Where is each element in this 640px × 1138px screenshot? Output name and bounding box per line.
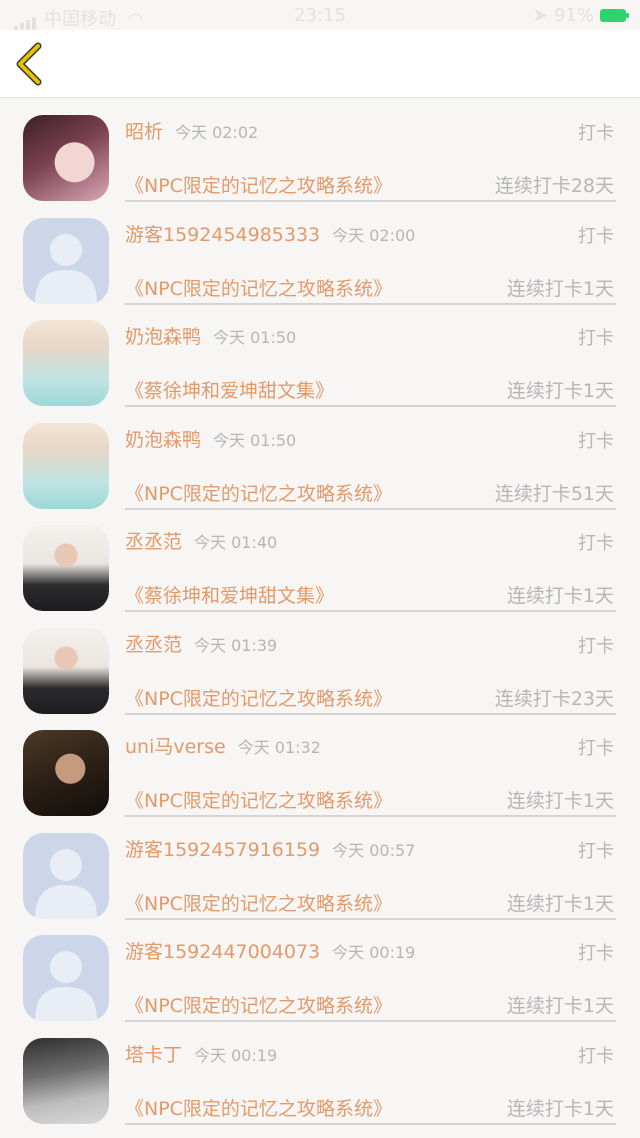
default-avatar-icon <box>35 951 97 1021</box>
user-name[interactable]: 游客1592454985333 <box>125 224 320 246</box>
entry-action: 打卡 <box>578 430 614 452</box>
entry-time: 今天 00:19 <box>194 1045 278 1065</box>
entry-action: 打卡 <box>578 738 614 759</box>
list-item[interactable]: 奶泡森鸭 今天 01:50 打卡 《蔡徐坤和爱坤甜文集》 连续打卡1天 <box>0 304 640 407</box>
book-title[interactable]: 《NPC限定的记忆之攻略系统》 <box>125 171 392 198</box>
avatar[interactable] <box>23 935 109 1021</box>
book-title[interactable]: 《NPC限定的记忆之攻略系统》 <box>125 1094 392 1121</box>
divider <box>125 1122 616 1125</box>
entry-time: 今天 00:57 <box>332 840 416 860</box>
entry-action: 打卡 <box>578 840 614 862</box>
streak-count: 连续打卡1天 <box>506 277 614 300</box>
entry-header: uni马verse 今天 01:32 <box>125 732 321 759</box>
avatar[interactable] <box>23 217 109 304</box>
entry-time: 今天 00:19 <box>332 943 416 962</box>
entry-header: 游客1592454985333 今天 02:00 <box>125 220 415 247</box>
user-name[interactable]: 游客1592447004073 <box>125 941 320 963</box>
entry-time: 今天 01:50 <box>213 328 297 347</box>
entry-header: 游客1592447004073 今天 00:19 <box>125 937 415 964</box>
book-title[interactable]: 《NPC限定的记忆之攻略系统》 <box>125 786 392 813</box>
entry-time: 今天 02:02 <box>175 123 259 142</box>
entry-action: 打卡 <box>578 123 614 144</box>
entry-time: 今天 01:32 <box>237 738 321 757</box>
list-item[interactable]: 奶泡森鸭 今天 01:50 打卡 《NPC限定的记忆之攻略系统》 连续打卡51天 <box>0 407 640 510</box>
user-name[interactable]: 游客1592457916159 <box>125 839 320 861</box>
checkin-list: 昭析 今天 02:02 打卡 《NPC限定的记忆之攻略系统》 连续打卡28天 游客… <box>0 99 640 1125</box>
avatar[interactable] <box>23 832 109 919</box>
entry-time: 今天 01:39 <box>194 635 278 655</box>
entry-time: 今天 01:50 <box>213 430 297 450</box>
chevron-left-icon <box>16 42 42 86</box>
avatar[interactable] <box>23 320 109 406</box>
user-name[interactable]: 昭析 <box>125 121 163 143</box>
list-item[interactable]: 游客1592454985333 今天 02:00 打卡 《NPC限定的记忆之攻略系… <box>0 202 640 305</box>
entry-time: 今天 01:40 <box>194 533 278 552</box>
user-name[interactable]: 奶泡森鸭 <box>125 429 201 451</box>
book-title[interactable]: 《NPC限定的记忆之攻略系统》 <box>125 889 392 916</box>
user-name[interactable]: 丞丞范 <box>125 531 182 553</box>
battery-icon <box>600 9 629 22</box>
book-title[interactable]: 《NPC限定的记忆之攻略系统》 <box>125 991 392 1018</box>
entry-time: 今天 02:00 <box>332 225 416 245</box>
entry-action: 打卡 <box>578 225 614 247</box>
default-avatar-icon <box>35 233 97 304</box>
list-item[interactable]: uni马verse 今天 01:32 打卡 《NPC限定的记忆之攻略系统》 连续打… <box>0 714 640 817</box>
entry-action: 打卡 <box>578 533 614 554</box>
streak-count: 连续打卡23天 <box>494 687 614 710</box>
user-name[interactable]: 奶泡森鸭 <box>125 326 201 348</box>
status-right: ➤ 91% <box>532 5 629 26</box>
entry-header: 昭析 今天 02:02 <box>125 117 258 144</box>
book-title[interactable]: 《NPC限定的记忆之攻略系统》 <box>125 274 392 301</box>
list-item[interactable]: 丞丞范 今天 01:40 打卡 《蔡徐坤和爱坤甜文集》 连续打卡1天 <box>0 509 640 612</box>
nav-bar <box>0 30 640 98</box>
list-item[interactable]: 昭析 今天 02:02 打卡 《NPC限定的记忆之攻略系统》 连续打卡28天 <box>0 99 640 202</box>
entry-header: 游客1592457916159 今天 00:57 <box>125 835 415 862</box>
location-icon: ➤ <box>532 5 548 26</box>
back-button[interactable] <box>10 40 54 88</box>
avatar[interactable] <box>23 627 109 714</box>
entry-action: 打卡 <box>578 943 614 964</box>
streak-count: 连续打卡1天 <box>506 892 614 915</box>
book-title[interactable]: 《蔡徐坤和爱坤甜文集》 <box>125 581 334 608</box>
entry-action: 打卡 <box>578 1045 614 1067</box>
entry-header: 奶泡森鸭 今天 01:50 <box>125 425 296 452</box>
streak-count: 连续打卡1天 <box>506 585 614 607</box>
list-item[interactable]: 游客1592447004073 今天 00:19 打卡 《NPC限定的记忆之攻略系… <box>0 919 640 1022</box>
default-avatar-icon <box>35 848 97 919</box>
streak-count: 连续打卡1天 <box>506 790 614 812</box>
entry-action: 打卡 <box>578 328 614 349</box>
entry-header: 丞丞范 今天 01:40 <box>125 527 277 554</box>
user-name[interactable]: 塔卡丁 <box>125 1044 182 1066</box>
entry-action: 打卡 <box>578 635 614 657</box>
book-title[interactable]: 《NPC限定的记忆之攻略系统》 <box>125 684 392 711</box>
entry-header: 奶泡森鸭 今天 01:50 <box>125 322 296 349</box>
streak-count: 连续打卡51天 <box>494 482 614 505</box>
avatar[interactable] <box>23 730 109 816</box>
list-item[interactable]: 游客1592457916159 今天 00:57 打卡 《NPC限定的记忆之攻略系… <box>0 817 640 920</box>
entry-header: 丞丞范 今天 01:39 <box>125 630 277 657</box>
streak-count: 连续打卡1天 <box>506 1097 614 1120</box>
book-title[interactable]: 《NPC限定的记忆之攻略系统》 <box>125 479 392 506</box>
book-title[interactable]: 《蔡徐坤和爱坤甜文集》 <box>125 376 334 403</box>
streak-count: 连续打卡28天 <box>494 175 614 197</box>
entry-header: 塔卡丁 今天 00:19 <box>125 1040 277 1067</box>
avatar[interactable] <box>23 422 109 509</box>
user-name[interactable]: 丞丞范 <box>125 634 182 656</box>
status-bar: 中国移动 ◠ 23:15 ➤ 91% <box>0 0 640 31</box>
battery-percent: 91% <box>553 5 594 26</box>
avatar[interactable] <box>23 1037 109 1124</box>
list-item[interactable]: 塔卡丁 今天 00:19 打卡 《NPC限定的记忆之攻略系统》 连续打卡1天 <box>0 1022 640 1125</box>
avatar[interactable] <box>23 525 109 611</box>
avatar[interactable] <box>23 115 109 201</box>
streak-count: 连续打卡1天 <box>506 380 614 402</box>
list-item[interactable]: 丞丞范 今天 01:39 打卡 《NPC限定的记忆之攻略系统》 连续打卡23天 <box>0 612 640 715</box>
user-name[interactable]: uni马verse <box>125 736 226 758</box>
streak-count: 连续打卡1天 <box>506 995 614 1017</box>
